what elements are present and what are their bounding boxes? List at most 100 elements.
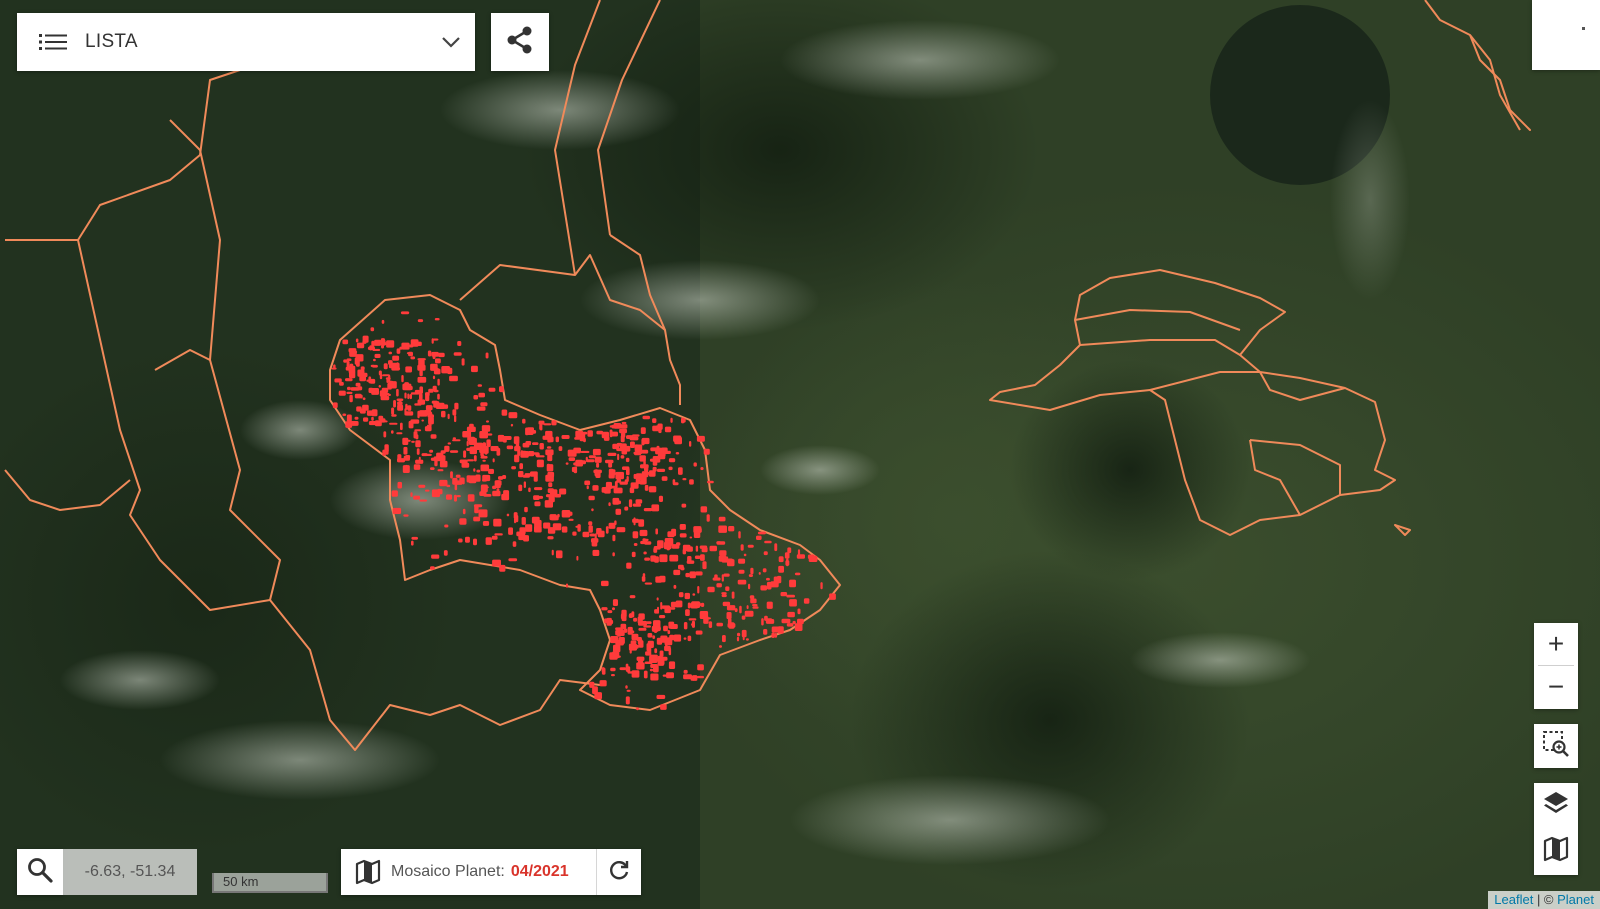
deforestation-patch [626, 562, 632, 569]
deforestation-patch [360, 394, 363, 399]
deforestation-patch [462, 479, 465, 485]
deforestation-patch [427, 350, 432, 357]
deforestation-patch [642, 538, 647, 542]
deforestation-patch [491, 535, 498, 540]
deforestation-patch [567, 449, 577, 457]
deforestation-patch [437, 469, 444, 472]
deforestation-patch [522, 418, 526, 424]
deforestation-patch [411, 540, 414, 546]
deforestation-patch [700, 554, 705, 561]
deforestation-patch [388, 363, 398, 369]
deforestation-patch [661, 605, 671, 609]
deforestation-patch [588, 521, 593, 526]
deforestation-patch [356, 342, 365, 349]
deforestation-patch [630, 644, 639, 649]
deforestation-patch [745, 611, 754, 615]
deforestation-patch [630, 441, 635, 448]
deforestation-patch [631, 633, 639, 641]
deforestation-patch [409, 394, 412, 400]
deforestation-patch [644, 466, 649, 472]
deforestation-patch [561, 435, 570, 439]
deforestation-patch [673, 634, 682, 642]
deforestation-patch [421, 453, 428, 457]
deforestation-patch [391, 430, 394, 434]
deforestation-patch [430, 467, 435, 470]
deforestation-patch [643, 551, 647, 555]
deforestation-patch [629, 595, 636, 599]
coordinate-search: -6.63, -51.34 [17, 849, 197, 895]
deforestation-patch [594, 692, 602, 700]
deforestation-patch [433, 389, 439, 393]
deforestation-patch [549, 436, 554, 443]
zoom-out-button[interactable]: − [1534, 666, 1578, 708]
deforestation-patch [462, 508, 466, 515]
deforestation-patch [679, 524, 686, 530]
deforestation-patch [631, 670, 640, 678]
leaflet-link[interactable]: Leaflet [1494, 892, 1533, 907]
deforestation-patch [591, 508, 594, 512]
deforestation-patch [533, 495, 540, 500]
mosaic-panel[interactable]: Mosaico Planet: 04/2021 [341, 849, 641, 895]
deforestation-patch [625, 663, 629, 672]
list-dropdown[interactable]: LISTA [17, 13, 475, 71]
zoom-area-button[interactable] [1534, 724, 1578, 768]
planet-link[interactable]: Planet [1557, 892, 1594, 907]
layers-button[interactable] [1534, 783, 1578, 828]
deforestation-patch [473, 395, 479, 400]
deforestation-patch [695, 545, 699, 552]
deforestation-patch [453, 480, 463, 485]
share-button[interactable] [491, 13, 549, 71]
deforestation-patch [624, 506, 629, 511]
refresh-button[interactable] [597, 849, 641, 895]
deforestation-patch [480, 484, 488, 493]
deforestation-patch [356, 406, 362, 412]
deforestation-patch [781, 618, 791, 624]
deforestation-patch [485, 352, 489, 359]
deforestation-patch [391, 490, 398, 497]
deforestation-patch [374, 353, 381, 358]
deforestation-patch [447, 367, 453, 375]
map-canvas[interactable] [0, 0, 1600, 909]
deforestation-patch [404, 408, 407, 416]
deforestation-patch [652, 460, 658, 466]
deforestation-patch [686, 546, 693, 552]
deforestation-patch [621, 616, 627, 622]
deforestation-patch [775, 579, 780, 583]
deforestation-patch [612, 599, 618, 606]
deforestation-patch [476, 406, 486, 411]
deforestation-patch [694, 527, 702, 533]
deforestation-patch [417, 399, 426, 405]
deforestation-patch [612, 534, 616, 542]
deforestation-patch [722, 601, 731, 607]
deforestation-patch [695, 571, 703, 576]
deforestation-patch [480, 454, 485, 457]
deforestation-patch [687, 602, 691, 609]
deforestation-patch [667, 630, 671, 635]
deforestation-patch [484, 452, 488, 455]
deforestation-patch [475, 474, 481, 482]
deforestation-patch [447, 413, 450, 420]
deforestation-patch [535, 452, 540, 457]
deforestation-patch [632, 434, 640, 437]
deforestation-patch [657, 655, 661, 660]
search-button[interactable] [17, 849, 63, 895]
top-right-panel[interactable] [1532, 0, 1600, 70]
deforestation-patch [396, 432, 403, 435]
deforestation-patch [641, 438, 645, 446]
deforestation-patch [452, 437, 456, 440]
deforestation-patch [625, 685, 628, 689]
deforestation-patch [685, 609, 690, 616]
deforestation-patch [482, 474, 491, 482]
deforestation-patch [556, 550, 563, 559]
deforestation-patch [413, 464, 421, 470]
deforestation-patch [661, 476, 668, 481]
deforestation-patch [632, 503, 642, 507]
deforestation-patch [614, 481, 618, 488]
deforestation-patch [415, 440, 421, 448]
deforestation-patch [437, 455, 446, 462]
deforestation-patch [601, 580, 609, 587]
zoom-in-button[interactable]: + [1534, 623, 1578, 665]
deforestation-patch [778, 565, 784, 573]
deforestation-patch [421, 419, 424, 422]
basemap-button[interactable] [1534, 829, 1578, 874]
